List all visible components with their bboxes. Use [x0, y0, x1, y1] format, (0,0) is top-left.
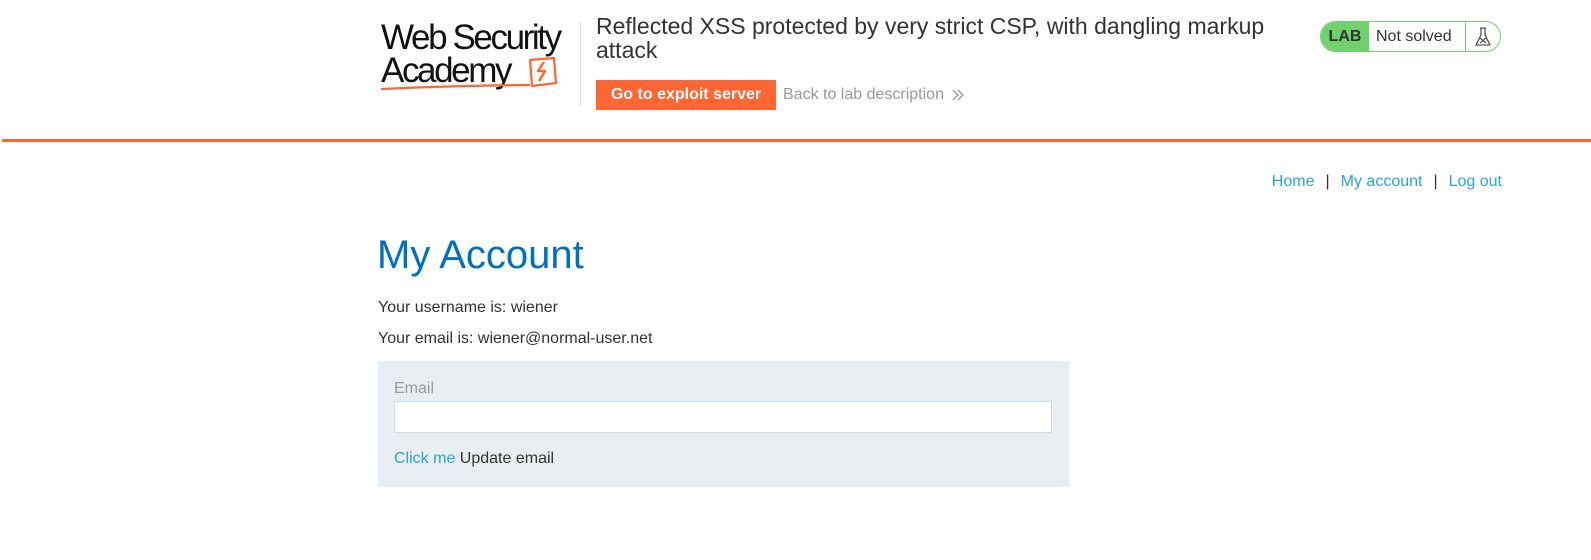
top-navigation: Home | My account | Log out — [1272, 173, 1502, 191]
change-email-form: Email Click me Update email — [378, 361, 1069, 487]
back-to-lab-description-link[interactable]: Back to lab description — [783, 86, 965, 104]
lab-title: Reflected XSS protected by very strict C… — [596, 13, 1265, 63]
nav-log-out-link[interactable]: Log out — [1449, 173, 1502, 191]
header-divider — [580, 22, 581, 106]
click-me-link[interactable]: Click me — [394, 450, 455, 467]
header-orange-rule — [2, 139, 1591, 142]
back-link-label: Back to lab description — [783, 86, 944, 103]
lab-header: Web Security Academy Reflected XSS prote… — [0, 0, 1591, 142]
lab-status-divider — [1465, 22, 1466, 51]
web-security-academy-logo[interactable]: Web Security Academy — [381, 18, 579, 94]
lab-status-text: Not solved — [1376, 28, 1452, 45]
update-email-button[interactable]: Update email — [460, 450, 554, 467]
double-chevron-right-icon — [952, 89, 964, 101]
page-title: My Account — [377, 233, 584, 277]
nav-my-account-link[interactable]: My account — [1341, 173, 1423, 191]
email-label: Email — [394, 380, 435, 397]
go-to-exploit-server-button[interactable]: Go to exploit server — [596, 80, 776, 110]
email-input[interactable] — [394, 401, 1052, 433]
logo-bolt-icon — [528, 56, 558, 88]
username-info: Your username is: wiener — [378, 299, 558, 316]
nav-separator: | — [1433, 173, 1438, 190]
email-info: Your email is: wiener@normal-user.net — [378, 330, 653, 347]
flask-icon — [1475, 27, 1491, 46]
nav-home-link[interactable]: Home — [1272, 173, 1315, 191]
nav-separator: | — [1325, 173, 1330, 190]
form-actions: Click me Update email — [394, 450, 554, 468]
logo-line1: Web Security — [381, 18, 562, 57]
lab-badge: LAB — [1321, 22, 1369, 51]
lab-status-widget: LAB Not solved — [1320, 21, 1501, 52]
logo-underline-icon — [381, 83, 531, 91]
